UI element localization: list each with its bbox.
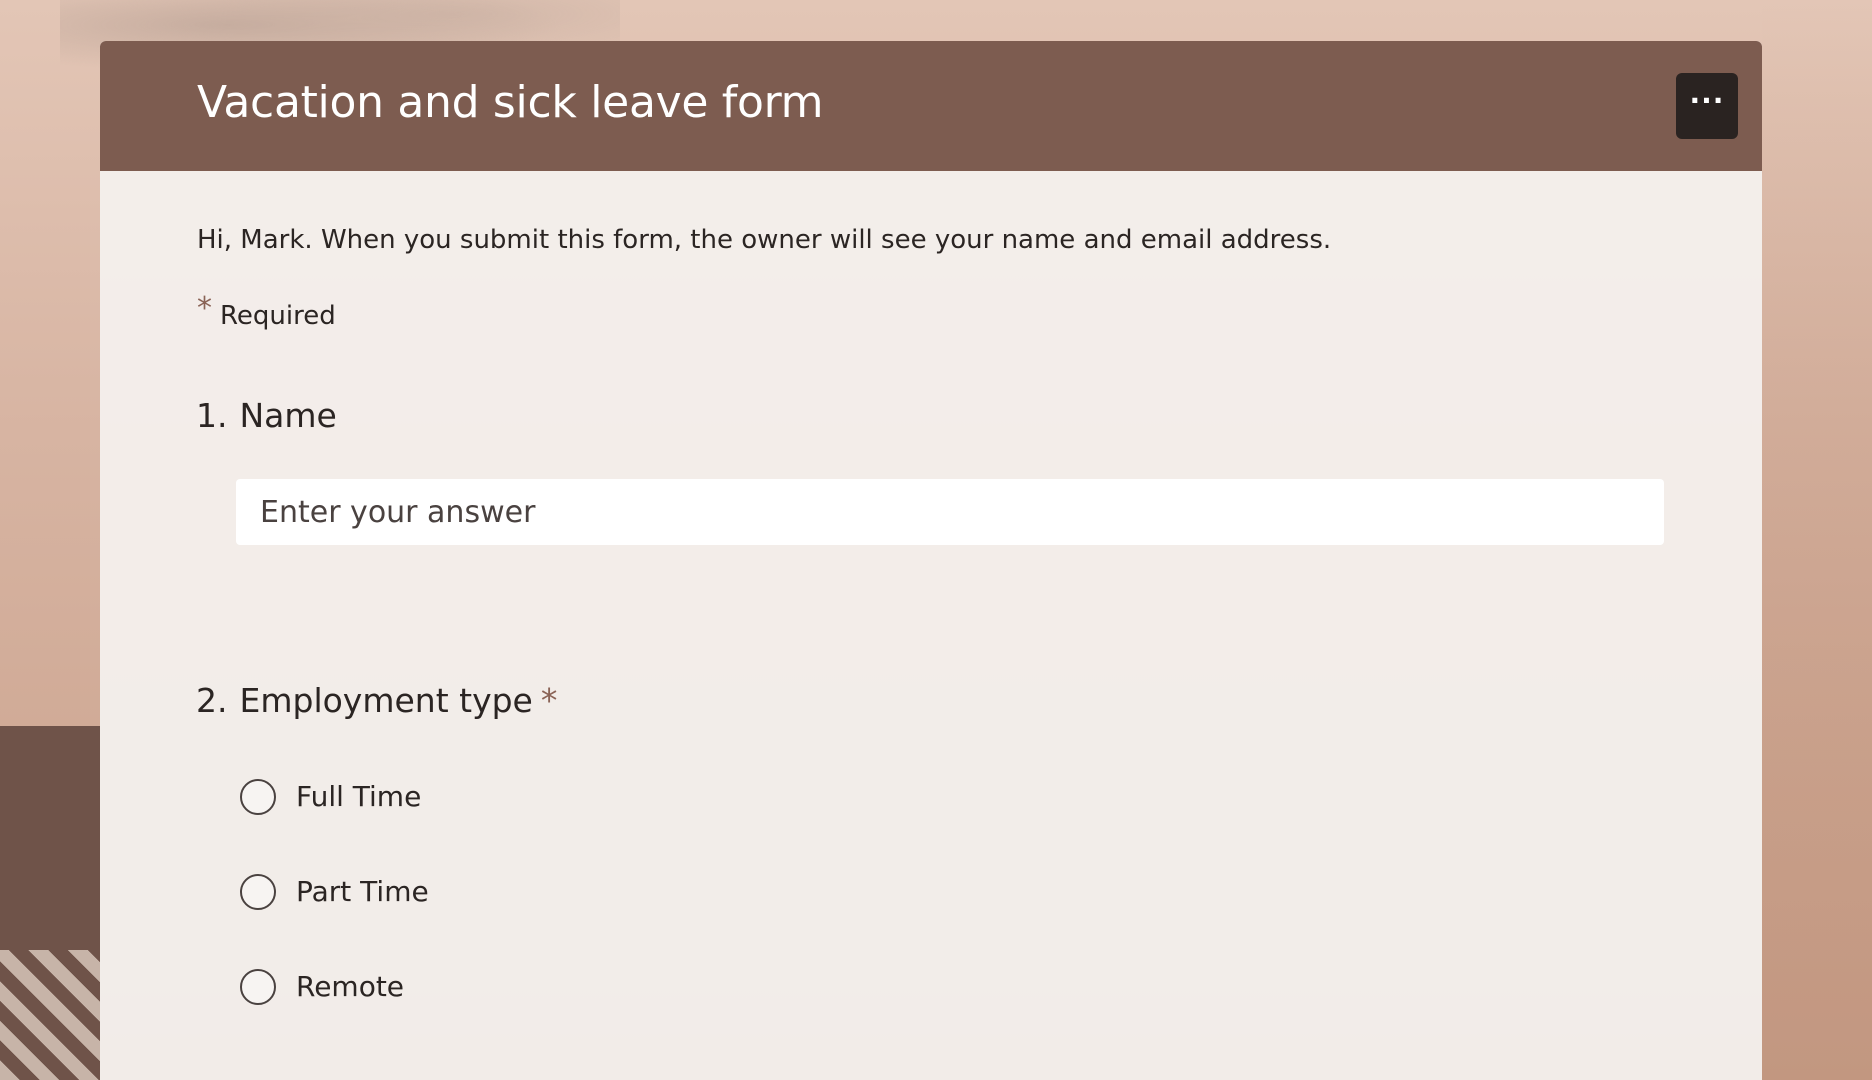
question-required-asterisk-icon: * xyxy=(540,681,558,720)
form-header: Vacation and sick leave form ··· xyxy=(100,41,1762,171)
background-stripes-decoration xyxy=(0,950,100,1080)
employment-type-options: Full Time Part Time Remote xyxy=(240,749,429,1034)
question-label: Name xyxy=(239,396,337,435)
question-employment-type-title: 2. Employment type * xyxy=(196,681,557,720)
question-label: Employment type xyxy=(239,681,533,720)
question-name-title: 1. Name xyxy=(196,396,337,435)
form-card: Vacation and sick leave form ··· Hi, Mar… xyxy=(100,41,1762,1080)
question-number: 2. xyxy=(196,681,228,720)
required-asterisk-icon: * xyxy=(197,291,212,326)
required-label: Required xyxy=(220,301,336,331)
background-shade-decoration xyxy=(1762,0,1872,1080)
more-options-icon: ··· xyxy=(1689,83,1725,117)
option-label: Remote xyxy=(296,970,405,1003)
option-label: Part Time xyxy=(296,875,429,908)
required-note: * Required xyxy=(197,291,336,332)
name-answer-input[interactable] xyxy=(236,479,1664,545)
question-number: 1. xyxy=(196,396,228,435)
option-full-time[interactable]: Full Time xyxy=(240,749,429,844)
option-remote[interactable]: Remote xyxy=(240,939,429,1034)
form-intro-text: Hi, Mark. When you submit this form, the… xyxy=(197,225,1332,255)
radio-button[interactable] xyxy=(240,778,276,815)
radio-button[interactable] xyxy=(240,968,276,1005)
more-options-button[interactable]: ··· xyxy=(1676,73,1738,139)
radio-button[interactable] xyxy=(240,873,276,910)
option-part-time[interactable]: Part Time xyxy=(240,844,429,939)
form-title: Vacation and sick leave form xyxy=(197,77,824,128)
option-label: Full Time xyxy=(296,780,422,813)
